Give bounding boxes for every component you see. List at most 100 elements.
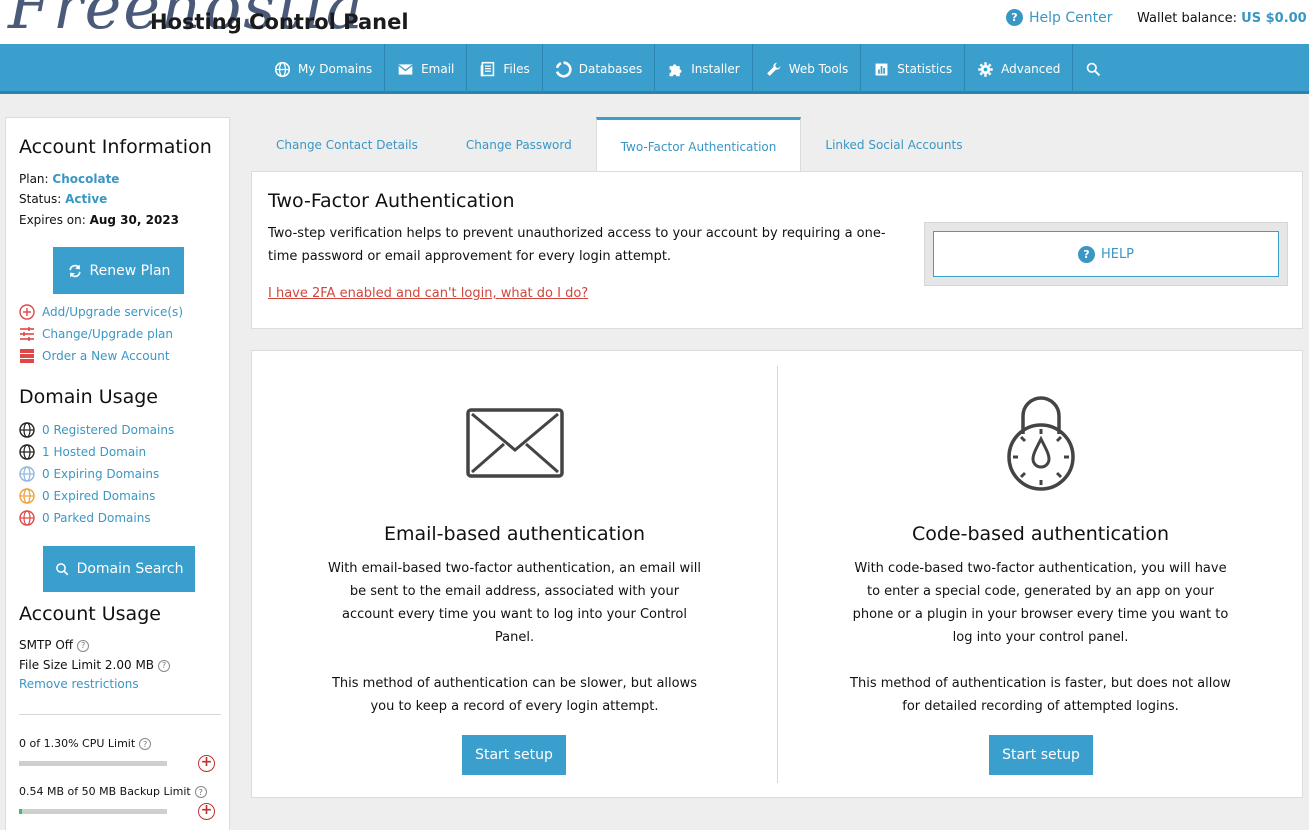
files-icon [481,61,495,76]
tab-linked-social-accounts[interactable]: Linked Social Accounts [801,117,986,172]
cpu-usage-bar [19,761,167,766]
expired-domains-link[interactable]: 0 Expired Domains [19,488,155,504]
backup-usage-fill [19,809,22,814]
envelope-icon [398,63,413,75]
tfa-title: Two-Factor Authentication [268,190,515,212]
hosted-domain-link[interactable]: 1 Hosted Domain [19,444,146,460]
email-method-description: With email-based two-factor authenticati… [322,557,707,718]
change-upgrade-plan-link[interactable]: Change/Upgrade plan [19,326,173,342]
nav-label: Statistics [897,62,953,76]
file-size-limit: File Size Limit 2.00 MB? [19,658,171,672]
tfa-description: Two-step verification helps to prevent u… [268,226,886,264]
email-start-setup-button[interactable]: Start setup [462,735,566,775]
help-center-link[interactable]: ? Help Center [1006,9,1113,26]
tab-change-contact-details[interactable]: Change Contact Details [252,117,442,172]
question-icon[interactable]: ? [158,659,171,672]
domain-label: 1 Hosted Domain [42,445,147,459]
plan-line: Plan: Chocolate [19,172,119,186]
nav-search[interactable] [1073,44,1114,94]
smtp-label: SMTP Off [19,638,74,652]
account-sidebar: Account Information Plan: Chocolate Stat… [5,117,230,830]
refresh-icon [68,264,81,277]
cpu-limit: 0 of 1.30% CPU Limit? [19,737,152,750]
help-circle-icon: ? [1077,245,1095,263]
backup-limit: 0.54 MB of 50 MB Backup Limit? [19,785,207,798]
logo-subtitle[interactable]: Hosting Control Panel [150,10,409,34]
account-info-title: Account Information [19,136,212,158]
renew-plan-label: Renew Plan [89,262,171,279]
nav-web-tools[interactable]: Web Tools [753,44,862,94]
add-upgrade-services-link[interactable]: Add/Upgrade service(s) [19,304,183,320]
email-method-text-1: With email-based two-factor authenticati… [328,561,701,645]
wallet-label: Wallet balance: [1137,11,1238,26]
nav-label: My Domains [298,62,373,76]
plan-value[interactable]: Chocolate [52,172,119,186]
status-label: Status: [19,192,62,206]
nav-email[interactable]: Email [385,44,468,94]
sliders-icon [20,327,34,341]
envelope-icon [465,408,564,478]
nav-databases[interactable]: Databases [543,44,656,94]
add-backup-button[interactable]: + [198,803,215,820]
tfa-methods-panel: Email-based authentication With email-ba… [251,350,1303,798]
wallet-balance: Wallet balance: US $0.00 [1137,11,1307,26]
gear-icon [978,61,993,77]
nav-my-domains[interactable]: My Domains [262,44,386,94]
help-center-label: Help Center [1029,9,1113,26]
padlock-icon [1006,396,1075,491]
code-method-text-1: With code-based two-factor authenticatio… [852,561,1229,645]
wallet-value[interactable]: US $0.00 [1241,11,1307,26]
help-button-label: HELP [1100,246,1135,262]
domain-search-button[interactable]: Domain Search [43,546,195,592]
order-new-account-link[interactable]: Order a New Account [19,348,170,364]
tab-change-password[interactable]: Change Password [442,117,596,172]
cpu-limit-label: 0 of 1.30% CPU Limit [19,737,136,750]
domain-search-label: Domain Search [76,561,184,577]
nav-advanced[interactable]: Advanced [965,44,1074,94]
renew-plan-button[interactable]: Renew Plan [53,247,184,294]
nav-label: Web Tools [788,62,849,76]
code-method-text-2: This method of authentication is faster,… [850,676,1231,714]
backup-usage-bar [19,809,167,814]
add-cpu-button[interactable]: + [198,755,215,772]
link-label: Add/Upgrade service(s) [42,305,183,319]
registered-domains-link[interactable]: 0 Registered Domains [19,422,174,438]
code-method-description: With code-based two-factor authenticatio… [848,557,1233,718]
tfa-intro-panel: Two-Factor Authentication Two-step verif… [251,171,1303,329]
nav-files[interactable]: Files [467,44,543,94]
tab-two-factor-authentication[interactable]: Two-Factor Authentication [595,117,802,173]
globe-icon [19,444,35,460]
email-method-text-2: This method of authentication can be slo… [331,676,698,714]
question-icon[interactable]: ? [77,639,90,652]
tfa-cant-login-link[interactable]: I have 2FA enabled and can't login, what… [268,286,588,301]
profile-tabs: Change Contact Details Change Password T… [252,117,986,173]
question-icon[interactable]: ? [194,786,207,798]
email-method-title: Email-based authentication [383,523,646,545]
code-method-column: Code-based authentication With code-base… [778,351,1303,799]
code-start-setup-button[interactable]: Start setup [989,735,1093,775]
wrench-icon [766,62,781,76]
globe-icon [19,422,35,438]
help-box: ? HELP [924,222,1288,286]
nav-installer[interactable]: Installer [655,44,753,94]
file-size-label: File Size Limit 2.00 MB [19,658,155,672]
remove-restrictions-link[interactable]: Remove restrictions [19,677,139,691]
help-button[interactable]: ? HELP [933,231,1279,277]
plus-circle-icon [19,304,35,320]
nav-label: Databases [578,62,643,76]
nav-statistics[interactable]: Statistics [861,44,966,94]
domain-label: 0 Expiring Domains [42,467,160,481]
expires-label: Expires on: [19,213,86,227]
search-icon [55,562,68,575]
globe-icon [19,488,35,504]
database-icon [555,60,572,78]
expiring-domains-link[interactable]: 0 Expiring Domains [19,466,159,482]
question-icon[interactable]: ? [139,738,152,750]
parked-domains-link[interactable]: 0 Parked Domains [19,510,151,526]
domain-label: 0 Expired Domains [42,489,156,503]
email-method-column: Email-based authentication With email-ba… [252,351,777,799]
plan-label: Plan: [19,172,49,186]
account-usage-title: Account Usage [19,603,161,625]
server-icon [20,349,34,363]
nav-label: Email [421,62,455,76]
